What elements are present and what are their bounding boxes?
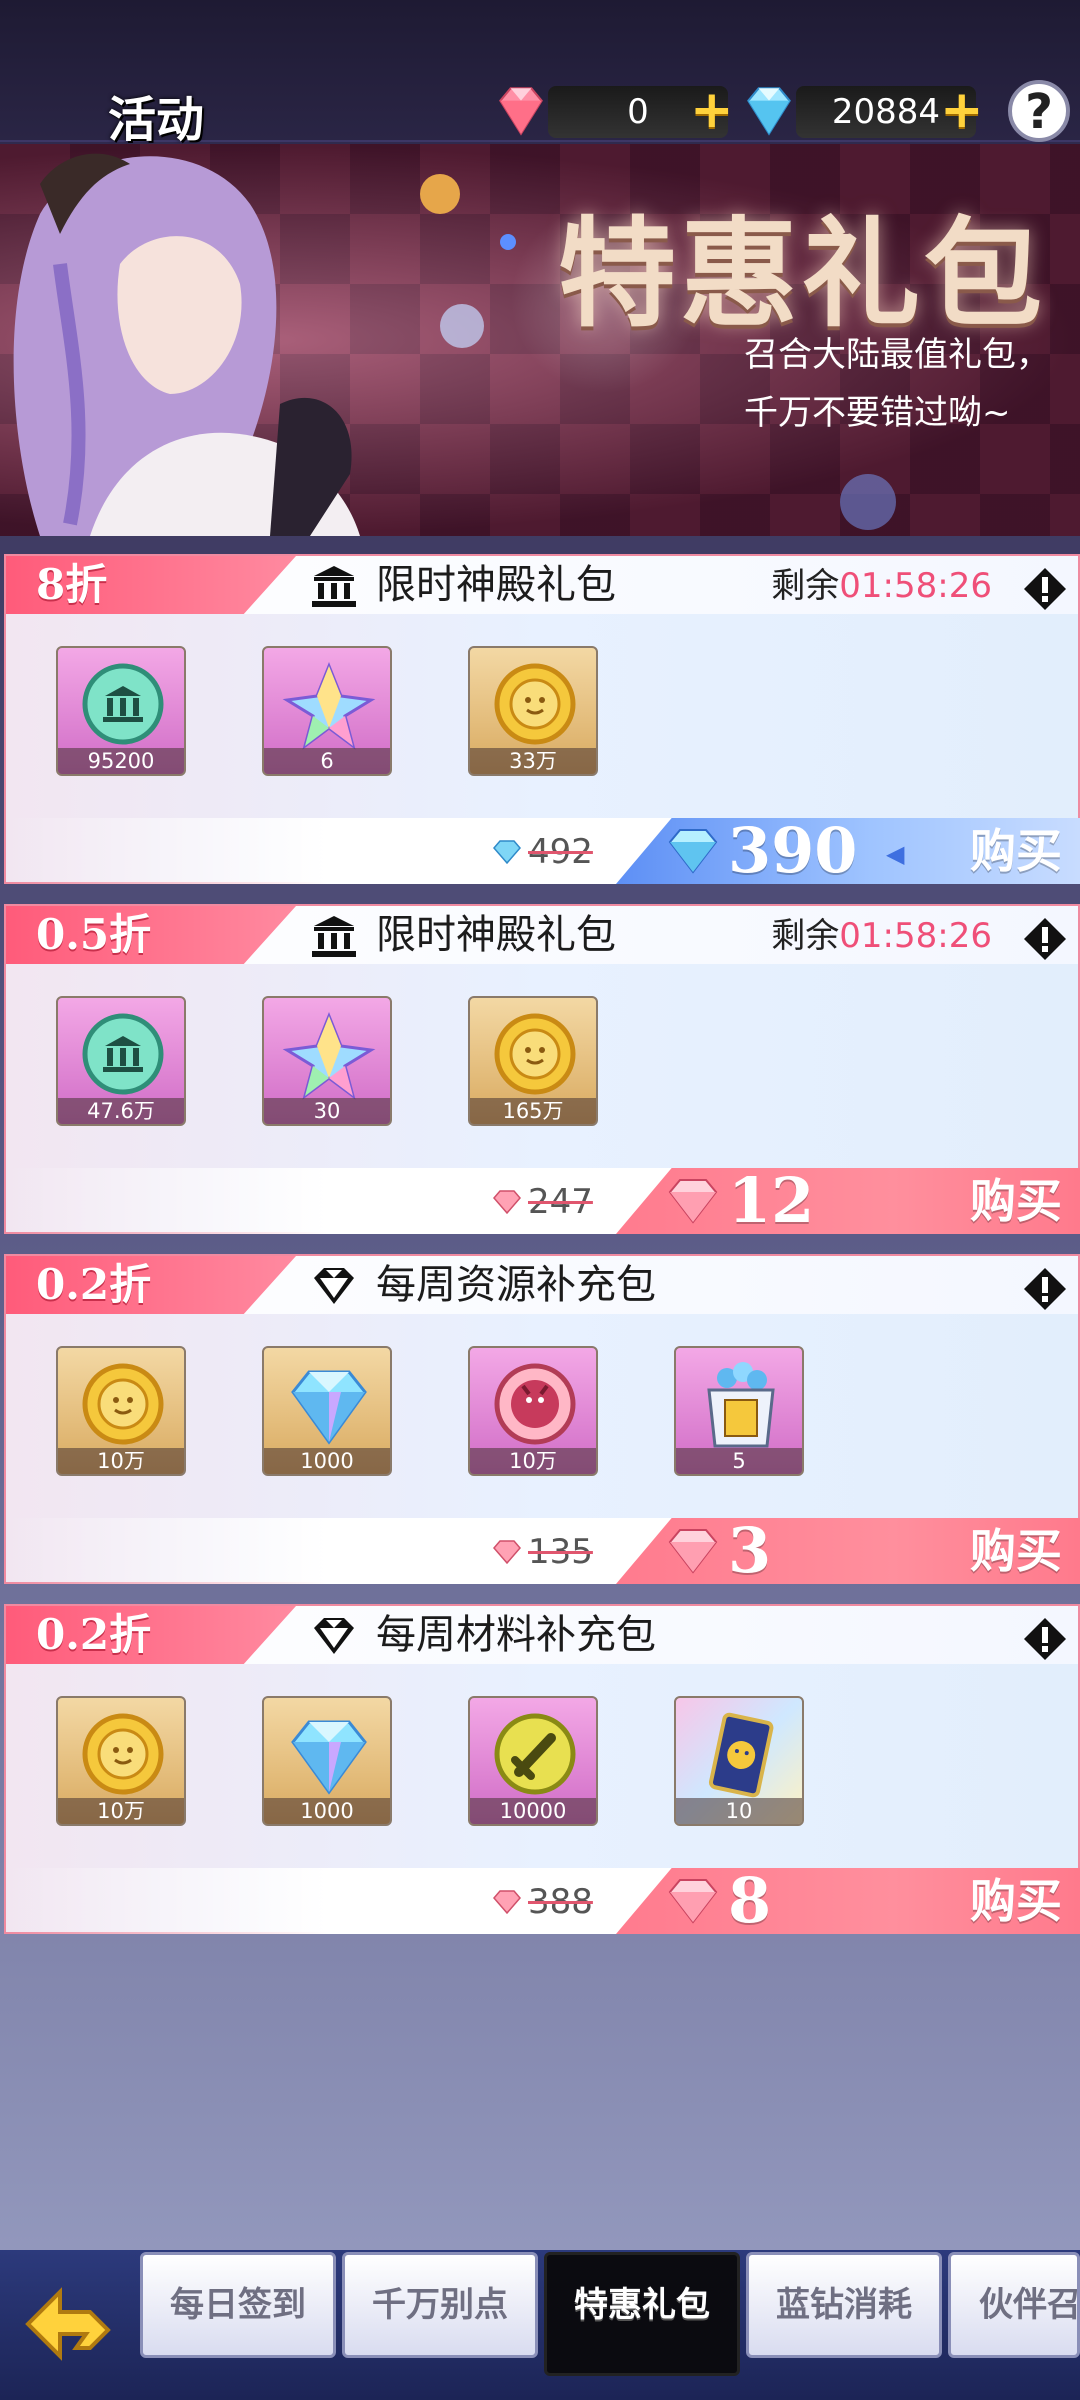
offer-title: 限时神殿礼包 <box>376 562 616 608</box>
help-button[interactable]: ? <box>1008 80 1070 142</box>
reward-item[interactable]: 1000 <box>262 1346 392 1476</box>
page-title: 活动 <box>108 92 205 148</box>
small-pink-gem-icon <box>493 1540 521 1565</box>
gold-coin-icon <box>82 1713 164 1795</box>
buy-label: 购买 <box>970 1524 1062 1578</box>
offer-title: 每周材料补充包 <box>376 1612 656 1658</box>
countdown-timer: 剩余01:58:26 <box>771 566 992 606</box>
pink-gem-icon <box>499 87 543 136</box>
add-blue-currency-button[interactable]: + <box>940 84 984 136</box>
reward-item[interactable]: 95200 <box>56 646 186 776</box>
reward-item[interactable]: 10万 <box>56 1696 186 1826</box>
reward-item[interactable]: 47.6万 <box>56 996 186 1126</box>
discount-badge: 0.2折 <box>6 1606 296 1664</box>
red-orb-icon <box>494 1363 576 1445</box>
buy-label: 购买 <box>970 824 1062 878</box>
original-price: 247 <box>490 1182 593 1222</box>
offer-card: 0.5折 限时神殿礼包 剩余01:58:26 47.6万 30 165万 247 <box>4 904 1080 1234</box>
promo-banner: 特惠礼包 召合大陆最值礼包， 千万不要错过呦~ <box>0 144 1080 536</box>
offer-card: 0.2折 每周材料补充包 10万 1000 10000 10 388 8 购买 <box>4 1604 1080 1934</box>
tab-partner-summon[interactable]: 伙伴召 <box>948 2252 1080 2358</box>
info-icon[interactable] <box>1022 1616 1068 1662</box>
tab-dont-click[interactable]: 千万别点 <box>342 2252 538 2358</box>
buy-button[interactable]: 3 购买 <box>616 1518 1080 1584</box>
treasure-box-icon <box>707 1362 775 1448</box>
reward-item[interactable]: 165万 <box>468 996 598 1126</box>
buy-button[interactable]: 12 购买 <box>616 1168 1080 1234</box>
tab-special-offers[interactable]: 特惠礼包 <box>544 2252 740 2376</box>
pink-gem-icon <box>668 1529 718 1574</box>
countdown-timer: 剩余01:58:26 <box>771 916 992 956</box>
diamond-icon <box>314 1268 354 1304</box>
gold-coin-icon <box>494 663 576 745</box>
card-icon <box>708 1712 774 1798</box>
gold-coin-icon <box>82 1363 164 1445</box>
reward-item[interactable]: 33万 <box>468 646 598 776</box>
reward-item[interactable]: 6 <box>262 646 392 776</box>
reward-item[interactable]: 10万 <box>468 1346 598 1476</box>
bottom-nav: 每日签到 千万别点 特惠礼包 蓝钻消耗 伙伴召 <box>0 2250 1080 2400</box>
discount-badge: 0.5折 <box>6 906 296 964</box>
blue-gem-icon <box>747 87 791 136</box>
discount-badge: 0.2折 <box>6 1256 296 1314</box>
offer-title: 限时神殿礼包 <box>376 912 616 958</box>
buy-label: 购买 <box>970 1874 1062 1928</box>
info-icon[interactable] <box>1022 916 1068 962</box>
info-icon[interactable] <box>1022 566 1068 612</box>
sale-price: 390 <box>728 814 858 887</box>
back-arrow-icon[interactable] <box>20 2274 120 2374</box>
pink-gem-icon <box>668 1879 718 1924</box>
reward-item[interactable]: 10万 <box>56 1346 186 1476</box>
reward-item[interactable]: 1000 <box>262 1696 392 1826</box>
banner-subtitle: 召合大陆最值礼包， 千万不要错过呦~ <box>744 335 1050 433</box>
reward-item[interactable]: 5 <box>674 1346 804 1476</box>
temple-coin-icon <box>82 1013 164 1095</box>
diamond-icon <box>314 1618 354 1654</box>
temple-icon <box>312 566 356 607</box>
blue-diamond-icon <box>291 1720 367 1795</box>
pink-gem-icon <box>668 1179 718 1224</box>
tab-daily-checkin[interactable]: 每日签到 <box>140 2252 336 2358</box>
rainbow-crystal-icon <box>282 1011 376 1100</box>
reward-item[interactable]: 10000 <box>468 1696 598 1826</box>
buy-button[interactable]: 8 购买 <box>616 1868 1080 1934</box>
sale-price: 8 <box>728 1864 772 1937</box>
small-pink-gem-icon <box>493 1190 521 1215</box>
original-price: 135 <box>490 1532 593 1572</box>
sword-coin-icon <box>494 1713 576 1795</box>
original-price: 388 <box>490 1882 593 1922</box>
original-price: 492 <box>490 832 593 872</box>
temple-icon <box>312 916 356 957</box>
reward-item[interactable]: 30 <box>262 996 392 1126</box>
offer-title: 每周资源补充包 <box>376 1262 656 1308</box>
blue-diamond-icon <box>291 1370 367 1445</box>
info-icon[interactable] <box>1022 1266 1068 1312</box>
top-bar: 活动 0 + 20884 + ? <box>0 0 1080 148</box>
small-blue-gem-icon <box>493 840 521 865</box>
small-pink-gem-icon <box>493 1890 521 1915</box>
reward-item[interactable]: 10 <box>674 1696 804 1826</box>
rainbow-crystal-icon <box>282 661 376 750</box>
discount-badge: 8折 <box>6 556 296 614</box>
offer-card: 8折 限时神殿礼包 剩余01:58:26 95200 6 33万 492 390… <box>4 554 1080 884</box>
character-illustration <box>13 153 360 536</box>
add-pink-currency-button[interactable]: + <box>690 84 734 136</box>
buy-label: 购买 <box>970 1174 1062 1228</box>
sale-price: 3 <box>728 1514 772 1587</box>
banner-title: 特惠礼包 <box>558 205 1047 343</box>
gold-coin-icon <box>494 1013 576 1095</box>
sale-price: 12 <box>728 1164 815 1237</box>
blue-gem-icon <box>668 829 718 874</box>
buy-button[interactable]: 390 ◀ 购买 <box>616 818 1080 884</box>
offer-card: 0.2折 每周资源补充包 10万 1000 10万 5 135 3 购买 <box>4 1254 1080 1584</box>
tab-blue-diamond-spend[interactable]: 蓝钻消耗 <box>746 2252 942 2358</box>
temple-coin-icon <box>82 663 164 745</box>
